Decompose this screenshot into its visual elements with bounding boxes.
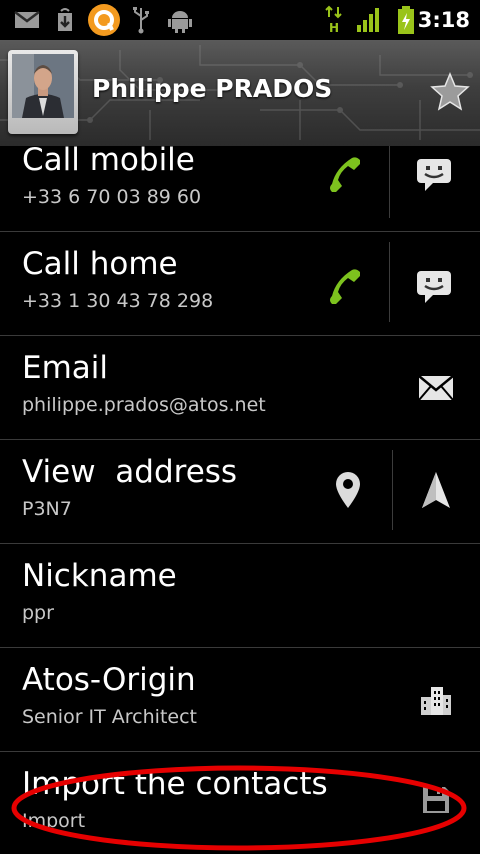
download-icon	[50, 0, 80, 40]
row-title: Import the contacts	[22, 766, 328, 802]
row-title: Email	[22, 350, 109, 386]
contact-header: Philippe PRADOS	[0, 40, 480, 146]
status-time: 3:18	[417, 8, 470, 32]
building-icon[interactable]	[412, 676, 460, 724]
battery-charging-icon	[394, 0, 418, 40]
gmail-icon	[12, 0, 42, 40]
contact-details-list: Call mobile +33 6 70 03 89 60 Call home …	[0, 146, 480, 854]
row-divider	[389, 242, 390, 322]
row-title: Call home	[22, 246, 178, 282]
list-item-organization[interactable]: Atos-Origin Senior IT Architect	[0, 648, 480, 752]
svg-text:H: H	[329, 21, 339, 35]
list-item-call-mobile[interactable]: Call mobile +33 6 70 03 89 60	[0, 146, 480, 232]
list-item-nickname[interactable]: Nickname ppr	[0, 544, 480, 648]
status-bar: H 3:18	[0, 0, 480, 40]
app-notification-icon	[86, 0, 122, 40]
usb-icon	[128, 0, 154, 40]
avatar[interactable]	[8, 50, 78, 134]
list-item-import-contacts[interactable]: Import the contacts Import	[0, 752, 480, 854]
save-disk-icon[interactable]	[412, 776, 460, 824]
map-pin-icon[interactable]	[324, 466, 372, 514]
signal-icon	[354, 0, 384, 40]
android-debug-icon	[166, 0, 194, 40]
row-title: Atos-Origin	[22, 662, 196, 698]
row-divider	[392, 450, 393, 530]
row-title: Nickname	[22, 558, 177, 594]
row-subtitle: +33 1 30 43 78 298	[22, 290, 214, 312]
row-divider	[389, 146, 390, 218]
list-item-call-home[interactable]: Call home +33 1 30 43 78 298	[0, 232, 480, 336]
avatar-photo	[12, 54, 74, 118]
sms-icon[interactable]	[410, 262, 458, 310]
row-subtitle: +33 6 70 03 89 60	[22, 186, 202, 208]
phone-icon[interactable]	[322, 150, 370, 198]
row-subtitle: ppr	[22, 602, 54, 624]
contact-name: Philippe PRADOS	[92, 74, 333, 103]
list-item-view-address[interactable]: View address P3N7	[0, 440, 480, 544]
navigation-arrow-icon[interactable]	[412, 466, 460, 514]
row-subtitle: P3N7	[22, 498, 72, 520]
hsdpa-data-icon: H	[322, 0, 346, 40]
favorite-star-icon[interactable]	[430, 72, 470, 112]
row-subtitle: Import	[22, 810, 86, 832]
row-title: View address	[22, 454, 238, 490]
row-title: Call mobile	[22, 146, 195, 178]
sms-icon[interactable]	[410, 150, 458, 198]
list-item-email[interactable]: Email philippe.prados@atos.net	[0, 336, 480, 440]
phone-icon[interactable]	[322, 262, 370, 310]
row-subtitle: Senior IT Architect	[22, 706, 197, 728]
row-subtitle: philippe.prados@atos.net	[22, 394, 266, 416]
envelope-icon[interactable]	[412, 364, 460, 412]
